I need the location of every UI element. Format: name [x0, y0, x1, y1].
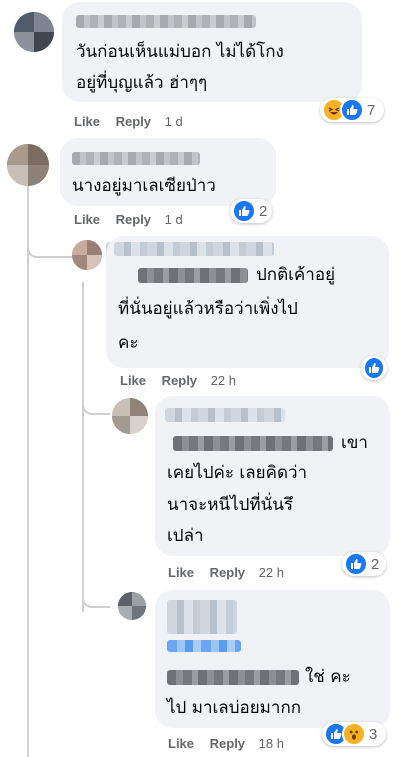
- comment-text-line: นาจะหนีไปที่นั่นรึ: [167, 495, 294, 515]
- mentioned-name[interactable]: [138, 268, 248, 283]
- author-name[interactable]: [167, 600, 237, 634]
- comment-bubble: เขา เคยไปค่ะ เลยคิดว่า นาจะหนีไปที่นั่นร…: [155, 396, 390, 556]
- timestamp[interactable]: 1 d: [165, 212, 183, 227]
- timestamp[interactable]: 22 h: [259, 565, 284, 580]
- comment-actions: Like Reply 1 d: [74, 212, 183, 227]
- timestamp[interactable]: 22 h: [211, 373, 236, 388]
- timestamp[interactable]: 18 h: [259, 736, 284, 751]
- comment-actions: Like Reply 22 h: [120, 373, 236, 388]
- comment-text-line: ใช่ คะ: [305, 667, 351, 687]
- timestamp[interactable]: 1 d: [165, 114, 183, 129]
- author-name[interactable]: [165, 408, 285, 422]
- reply-link[interactable]: Reply: [116, 114, 151, 129]
- comment-text-line: วันก่อนเห็นแม่บอก ไม่ได้โกง: [76, 42, 284, 62]
- reaction-count: 2: [371, 555, 380, 573]
- reaction-summary[interactable]: 7: [320, 98, 384, 122]
- avatar[interactable]: [14, 12, 54, 52]
- reaction-summary[interactable]: [361, 356, 387, 380]
- like-link[interactable]: Like: [168, 565, 194, 580]
- wow-icon: [342, 722, 366, 746]
- like-link[interactable]: Like: [74, 114, 100, 129]
- comment-text-line: ปกติเค้าอยู่: [256, 265, 336, 285]
- comment-bubble: วันก่อนเห็นแม่บอก ไม่ได้โกง อยู่ที่บุญแล…: [62, 2, 362, 102]
- reaction-summary[interactable]: 2: [342, 552, 386, 576]
- comment-text-line: ไป มาเลบ่อยมากก: [167, 698, 302, 718]
- comment-bubble: ปกติเค้าอยู่ ที่นั่นอยู่แล้วหรือว่าเพิ่ง…: [106, 236, 389, 368]
- like-link[interactable]: Like: [168, 736, 194, 751]
- reply-link[interactable]: Reply: [116, 212, 151, 227]
- comment-bubble: นางอยู่มาเลเซียป่าว: [60, 138, 276, 206]
- thread-line: [27, 186, 29, 757]
- mentioned-name[interactable]: [167, 670, 299, 685]
- like-icon: [232, 199, 256, 223]
- like-icon: [340, 98, 364, 122]
- comment-text-line: เคยไปค่ะ เลยคิดว่า: [167, 463, 308, 483]
- comment-text-line: อยู่ที่บุญแล้ว ฮ่าๆๆ: [76, 73, 208, 93]
- avatar[interactable]: [112, 398, 148, 434]
- thread-connector: [27, 236, 72, 258]
- author-name[interactable]: [76, 15, 256, 28]
- comment-actions: Like Reply 22 h: [168, 565, 284, 580]
- author-name[interactable]: [114, 242, 274, 256]
- like-link[interactable]: Like: [74, 212, 100, 227]
- reaction-summary[interactable]: 2: [230, 199, 272, 223]
- reaction-count: 3: [369, 725, 378, 743]
- comment-text-line: นางอยู่มาเลเซียป่าว: [72, 176, 216, 196]
- comment-text-line: เปล่า: [167, 526, 204, 546]
- thread-line: [82, 282, 84, 612]
- mentioned-name[interactable]: [167, 640, 241, 652]
- reaction-summary[interactable]: 3: [322, 722, 386, 746]
- comment-bubble: ใช่ คะ ไป มาเลบ่อยมากก: [155, 590, 390, 728]
- avatar[interactable]: [7, 144, 49, 186]
- avatar[interactable]: [118, 592, 146, 620]
- author-name[interactable]: [72, 152, 200, 165]
- reaction-count: 7: [367, 101, 376, 119]
- like-link[interactable]: Like: [120, 373, 146, 388]
- thread-connector: [82, 395, 110, 415]
- thread-connector: [82, 588, 110, 608]
- reaction-count: 2: [259, 202, 268, 220]
- comment-actions: Like Reply 18 h: [168, 736, 284, 751]
- reply-link[interactable]: Reply: [210, 736, 245, 751]
- comment-text-line: เขา: [341, 433, 368, 453]
- comment-text-line: คะ: [118, 333, 139, 353]
- comment-actions: Like Reply 1 d: [74, 114, 183, 129]
- comment-text-line: ที่นั่นอยู่แล้วหรือว่าเพิ่งไป: [118, 299, 298, 319]
- mentioned-name[interactable]: [173, 436, 333, 451]
- reply-link[interactable]: Reply: [162, 373, 197, 388]
- like-icon: [363, 356, 385, 380]
- like-icon: [344, 552, 368, 576]
- avatar[interactable]: [72, 240, 102, 270]
- reply-link[interactable]: Reply: [210, 565, 245, 580]
